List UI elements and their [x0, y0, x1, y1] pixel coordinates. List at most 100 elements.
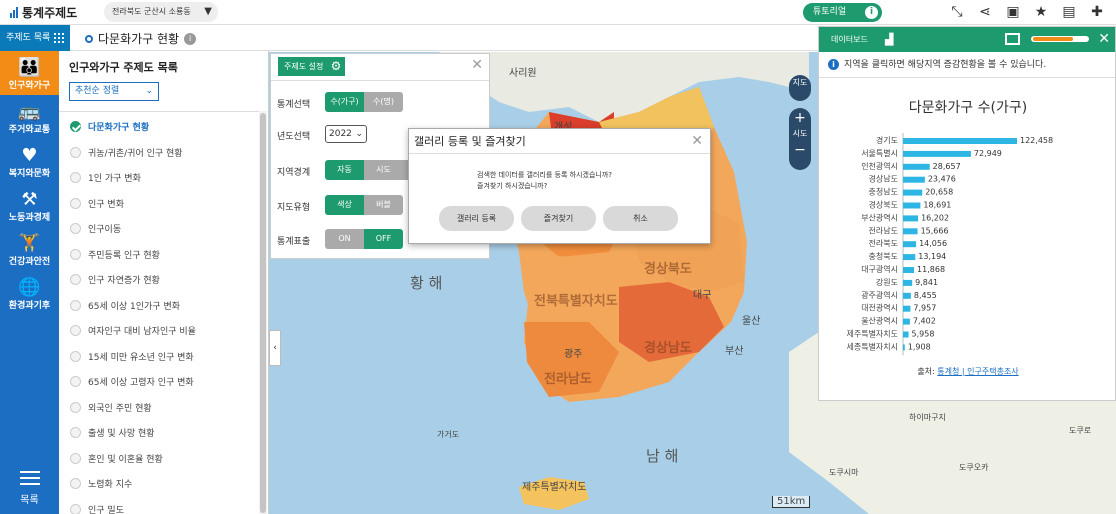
chart-bar[interactable]	[903, 331, 909, 338]
chart-value-label: 13,194	[918, 252, 946, 261]
chart-bar[interactable]	[903, 305, 911, 312]
tutorial-label: 튜토리얼	[813, 7, 847, 17]
image-icon[interactable]: ▣	[1004, 3, 1022, 21]
map-label-kyushu-c: 도쿠오카	[959, 463, 989, 472]
document-icon[interactable]: ▤	[1060, 3, 1078, 21]
chart-bar[interactable]	[903, 318, 910, 325]
theme-item[interactable]: 65세 이상 1인가구 변화	[59, 293, 259, 319]
theme-item[interactable]: 여자인구 대비 남자인구 비율	[59, 318, 259, 344]
chart-bar[interactable]	[903, 241, 917, 248]
theme-item[interactable]: 인구 자연증가 현황	[59, 267, 259, 293]
chart-bar[interactable]	[903, 138, 1017, 144]
image-icon[interactable]	[1005, 33, 1020, 45]
stat-option-persons[interactable]: 수(명)	[364, 92, 403, 112]
map-type-option-color[interactable]: 색상	[325, 195, 364, 215]
scrollbar-thumb[interactable]	[260, 113, 266, 513]
boundary-option-auto[interactable]: 자동	[325, 160, 364, 180]
close-icon[interactable]: ✕	[471, 57, 483, 73]
chart-category-label: 울산광역시	[861, 316, 898, 326]
nav-list-button[interactable]: 목록	[0, 471, 59, 506]
chart-bar[interactable]	[903, 150, 971, 157]
theme-item-label: 1인 가구 변화	[88, 174, 141, 185]
nav-item-health[interactable]: 🏋 건강과안전	[0, 227, 59, 271]
collapse-icon[interactable]: ⤡	[948, 3, 966, 21]
category-nav: 👪 인구와가구 🚌 주거와교통 ♥ 복지와문화 ⚒ 노동과경제 🏋 건강과안전 …	[0, 51, 59, 514]
theme-item[interactable]: 혼인 및 이혼율 현황	[59, 446, 259, 472]
theme-settings-button[interactable]: 주제도 설정 ⚙	[278, 57, 346, 76]
close-icon[interactable]: ✕	[1098, 27, 1110, 52]
map-type-button[interactable]: 지도	[789, 75, 811, 101]
theme-item[interactable]: 인구 밀도	[59, 497, 259, 514]
sort-select-value: 추천순 정렬	[75, 86, 120, 96]
chart-bar[interactable]	[903, 163, 930, 170]
close-icon[interactable]: ✕	[691, 129, 703, 154]
theme-item-label: 인구 밀도	[88, 505, 124, 514]
theme-list-toggle[interactable]: 주제도 목록	[0, 25, 70, 51]
theme-item[interactable]: 65세 이상 고령자 인구 변화	[59, 369, 259, 395]
chart-bar[interactable]	[903, 189, 923, 196]
nav-item-environment[interactable]: 🌐 환경과기후	[0, 271, 59, 315]
theme-item[interactable]: 귀농/귀촌/귀어 인구 현황	[59, 140, 259, 166]
stat-display-off[interactable]: OFF	[364, 229, 403, 249]
chart-category-label: 경상남도	[869, 174, 898, 184]
theme-settings-label: 주제도 설정	[284, 62, 324, 71]
zoom-out-icon[interactable]: −	[789, 140, 811, 160]
info-icon: i	[828, 59, 839, 70]
chart-category-label: 인천광역시	[861, 161, 898, 171]
theme-item[interactable]: 인구이동	[59, 216, 259, 242]
share-icon[interactable]: ⋖	[976, 3, 994, 21]
theme-list-toggle-label: 주제도 목록	[6, 33, 51, 43]
map-label-daegu: 대구	[693, 290, 712, 301]
map-type-option-bubble[interactable]: 버블	[364, 195, 403, 215]
stat-option-households[interactable]: 수(가구)	[325, 92, 364, 112]
theme-list-scrollbar[interactable]	[259, 111, 267, 514]
theme-item[interactable]: 인구 변화	[59, 191, 259, 217]
theme-item[interactable]: 다문화가구 현황	[59, 114, 259, 140]
map-label-south-sea: 남 해	[646, 447, 679, 465]
opacity-slider[interactable]	[1031, 36, 1089, 42]
chart-bar[interactable]	[903, 344, 905, 351]
notice-text: 지역을 클릭하면 해당지역 증감현황을 볼 수 있습니다.	[844, 59, 1047, 70]
chart-bar[interactable]	[903, 279, 913, 286]
bookmark-button[interactable]: 즐겨찾기	[521, 206, 596, 231]
brand-logo[interactable]: 통계주제도	[10, 4, 77, 21]
theme-item[interactable]: 외국인 주민 현황	[59, 395, 259, 421]
map-label-kyushu-d: 도쿠로	[1069, 426, 1092, 435]
nav-item-welfare[interactable]: ♥ 복지와문화	[0, 139, 59, 183]
chart-bar[interactable]	[903, 267, 915, 273]
sort-select[interactable]: 추천순 정렬 ⌄	[69, 82, 159, 101]
nav-item-population[interactable]: 👪 인구와가구	[0, 51, 59, 95]
info-icon[interactable]: i	[184, 32, 197, 45]
cancel-button[interactable]: 취소	[603, 206, 678, 231]
data-board-notice: i 지역을 클릭하면 해당지역 증감현황을 볼 수 있습니다.	[819, 52, 1115, 78]
gallery-register-button[interactable]: 갤러리 등록	[439, 206, 514, 231]
theme-item[interactable]: 1인 가구 변화	[59, 165, 259, 191]
stat-display-on[interactable]: ON	[325, 229, 364, 249]
pin-plus-icon[interactable]: ✚	[1088, 3, 1106, 21]
chart-value-label: 72,949	[974, 149, 1002, 158]
chart-value-label: 23,476	[928, 175, 956, 184]
year-select[interactable]: 2022 ⌄	[325, 125, 367, 143]
theme-item[interactable]: 15세 미만 유소년 인구 변화	[59, 344, 259, 370]
nav-item-label: 노동과경제	[8, 213, 51, 223]
star-icon[interactable]: ★	[1032, 3, 1050, 21]
chart-bar[interactable]	[903, 202, 921, 209]
theme-item[interactable]: 주민등록 인구 현황	[59, 242, 259, 268]
tutorial-button[interactable]: 튜토리얼 i	[803, 3, 882, 22]
theme-item[interactable]: 노령화 지수	[59, 471, 259, 497]
boundary-option-sido[interactable]: 시도	[364, 160, 403, 180]
chart-bar[interactable]	[903, 176, 925, 183]
chart-category-label: 부산광역시	[861, 212, 898, 222]
theme-item[interactable]: 출생 및 사망 현황	[59, 420, 259, 446]
chart-bar[interactable]	[903, 292, 911, 299]
chart-bar[interactable]	[903, 254, 916, 261]
chart-bar[interactable]	[903, 215, 919, 222]
nav-item-housing[interactable]: 🚌 주거와교통	[0, 95, 59, 139]
panel-collapse-button[interactable]: ‹	[269, 330, 281, 366]
nav-item-labor[interactable]: ⚒ 노동과경제	[0, 183, 59, 227]
source-link[interactable]: 통계청 | 인구주택총조사	[937, 367, 1018, 376]
chart-value-label: 9,841	[915, 278, 938, 287]
zoom-in-icon[interactable]: +	[789, 108, 811, 128]
region-select[interactable]: 전라북도 군산시 소룡동 ▼	[104, 2, 218, 22]
chart-bar[interactable]	[903, 228, 918, 235]
